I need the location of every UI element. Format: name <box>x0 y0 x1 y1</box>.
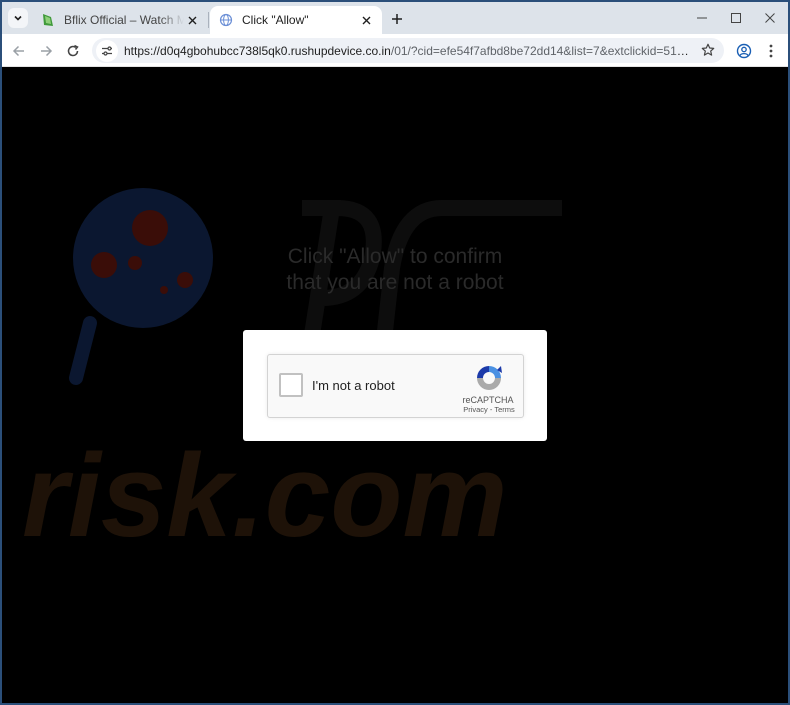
url-path: /01/?cid=efe54f7afbd8be72dd14&list=7&ext… <box>390 43 692 58</box>
new-tab-button[interactable] <box>387 9 407 29</box>
close-icon <box>765 13 775 23</box>
not-robot-label: I'm not a robot <box>312 378 395 393</box>
recaptcha-brand: reCAPTCHA <box>462 395 514 405</box>
web-page: risk.com Click "Allow" to confirm that y… <box>2 68 788 703</box>
page-headline: Click "Allow" to confirm that you are no… <box>202 244 588 296</box>
captcha-card: I'm not a robot reCAPTCHA Privacy - Term… <box>243 330 547 441</box>
url-host: https://d0q4gbohubcc738l5qk0.rushupdevic… <box>124 43 391 58</box>
browser-window: Bflix Official – Watch Movies and TV Sho… <box>2 2 788 703</box>
window-close-button[interactable] <box>758 8 782 28</box>
site-info-button[interactable] <box>96 39 118 62</box>
close-icon[interactable] <box>184 12 200 28</box>
minimize-icon <box>697 17 707 19</box>
minimize-button[interactable] <box>690 8 714 28</box>
back-button[interactable] <box>8 40 30 62</box>
tab-title: Click "Allow" <box>242 13 309 27</box>
tab-bflix[interactable]: Bflix Official – Watch Movies and TV Sho… <box>32 6 208 34</box>
kebab-icon <box>769 44 773 58</box>
maximize-button[interactable] <box>724 8 748 28</box>
tab-strip: Bflix Official – Watch Movies and TV Sho… <box>2 2 788 34</box>
account-icon <box>736 43 752 59</box>
tune-icon <box>102 45 112 56</box>
bflix-favicon-icon <box>40 12 56 28</box>
tab-title: Bflix Official – Watch Movies and TV Sho… <box>64 13 184 27</box>
star-icon <box>701 43 715 56</box>
menu-button[interactable] <box>760 40 782 62</box>
tab-separator <box>208 12 209 28</box>
url-text: https://d0q4gbohubcc738l5qk0.rushupdevic… <box>124 44 692 58</box>
reload-button[interactable] <box>62 40 84 62</box>
profile-button[interactable] <box>733 40 755 62</box>
bookmark-button[interactable] <box>698 40 718 60</box>
not-robot-checkbox[interactable] <box>279 373 303 397</box>
headline-line-1: Click "Allow" to confirm <box>287 245 503 268</box>
tab-click-allow[interactable]: Click "Allow" <box>210 6 382 34</box>
forward-button[interactable] <box>35 40 57 62</box>
browser-toolbar: https://d0q4gbohubcc738l5qk0.rushupdevic… <box>2 34 788 67</box>
globe-favicon-icon <box>218 12 234 28</box>
recaptcha-widget: I'm not a robot reCAPTCHA Privacy - Term… <box>267 354 524 418</box>
plus-icon <box>392 14 402 24</box>
watermark-text: risk.com <box>22 430 507 562</box>
arrow-right-icon <box>41 45 53 57</box>
chevron-down-icon <box>14 15 22 21</box>
recaptcha-logo-icon <box>477 366 502 390</box>
headline-line-2: that you are not a robot <box>286 271 504 294</box>
tab-search-button[interactable] <box>8 8 28 28</box>
address-bar[interactable]: https://d0q4gbohubcc738l5qk0.rushupdevic… <box>92 38 724 63</box>
maximize-icon <box>731 13 741 23</box>
reload-icon <box>67 44 79 57</box>
arrow-left-icon <box>12 45 24 57</box>
close-icon[interactable] <box>358 12 374 28</box>
recaptcha-links[interactable]: Privacy - Terms <box>454 405 524 414</box>
